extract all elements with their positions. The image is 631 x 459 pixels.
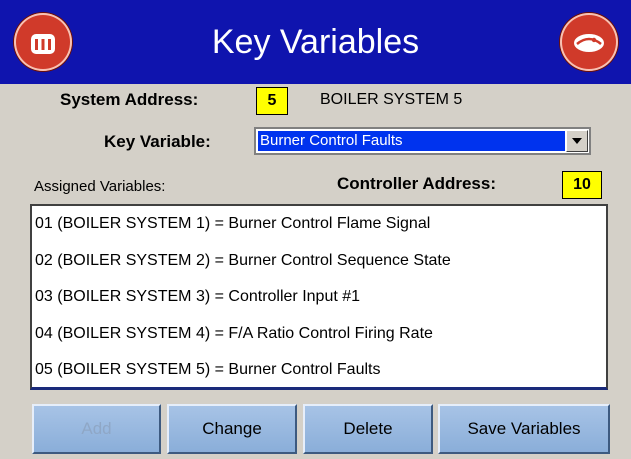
save-variables-button[interactable]: Save Variables [438,404,610,454]
list-item[interactable]: 04 (BOILER SYSTEM 4) = F/A Ratio Control… [32,316,606,353]
add-button[interactable]: Add [32,404,161,454]
key-variable-label: Key Variable: [104,132,211,151]
change-button[interactable]: Change [167,404,297,454]
controller-address-label: Controller Address: [337,174,497,193]
page-title: Key Variables [211,23,420,61]
assigned-variables-label: Assigned Variables: [34,178,166,195]
key-variable-dropdown[interactable]: Burner Control Faults [254,127,591,155]
system-address-value: 5 [256,87,288,115]
system-name: BOILER SYSTEM 5 [320,91,463,108]
list-item[interactable]: 01 (BOILER SYSTEM 1) = Burner Control Fl… [32,206,606,243]
chevron-down-icon [572,138,582,144]
burner-icon [574,34,604,52]
list-item[interactable]: 05 (BOILER SYSTEM 5) = Burner Control Fa… [32,352,606,389]
delete-button[interactable]: Delete [303,404,433,454]
home-button[interactable] [14,13,72,71]
assigned-variables-list: 01 (BOILER SYSTEM 1) = Burner Control Fl… [30,204,608,390]
system-address-label: System Address: [60,90,199,109]
list-item[interactable]: 02 (BOILER SYSTEM 2) = Burner Control Se… [32,243,606,280]
dropdown-button[interactable] [566,130,588,152]
burner-button[interactable] [560,13,618,71]
boiler-home-icon [31,34,55,54]
key-variable-selected: Burner Control Faults [258,131,565,151]
controller-address-value[interactable]: 10 [562,171,602,199]
list-item[interactable]: 03 (BOILER SYSTEM 3) = Controller Input … [32,279,606,316]
